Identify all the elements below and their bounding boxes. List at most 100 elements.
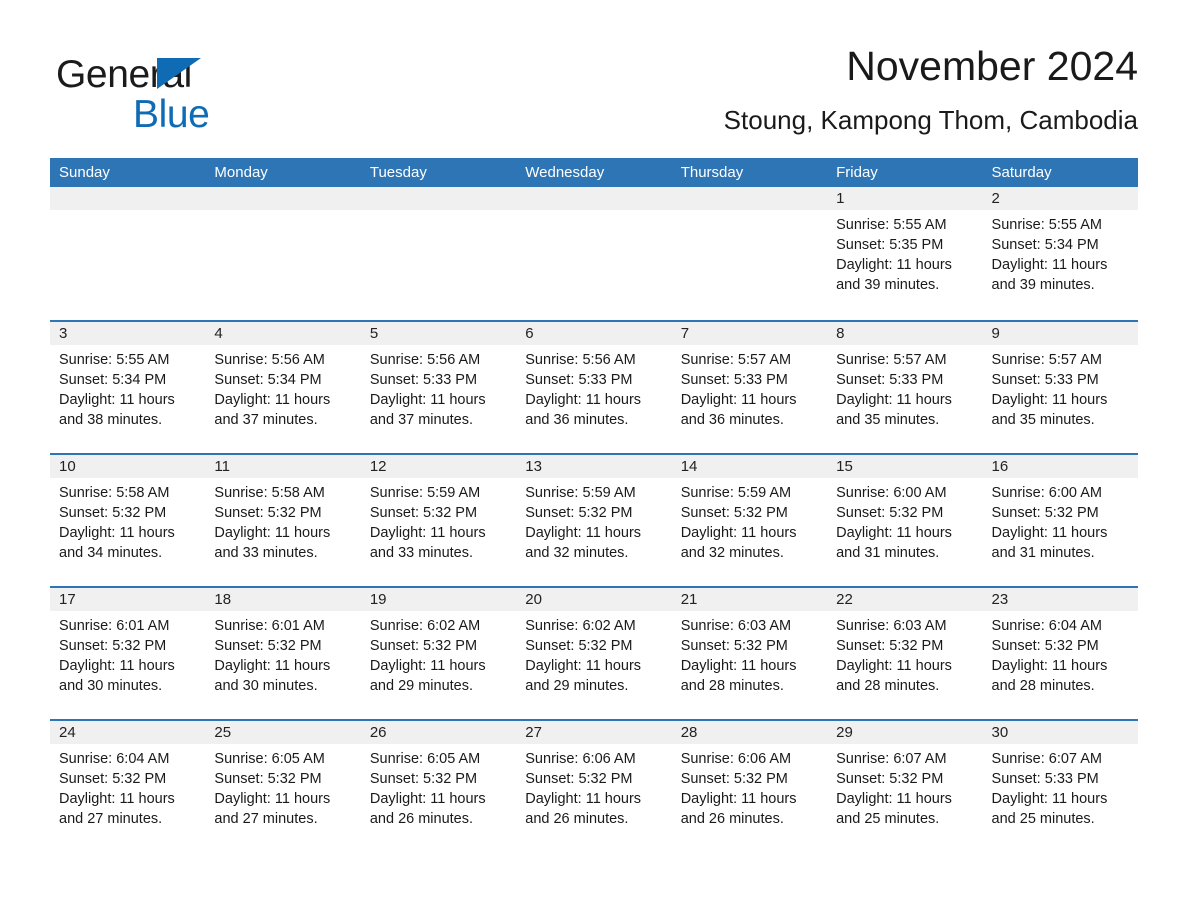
daylight-text: Daylight: 11 hours and 35 minutes.	[836, 392, 952, 428]
day-cell[interactable]: 19 Sunrise: 6:02 AM Sunset: 5:32 PM Dayligh…	[360, 588, 517, 719]
sunrise-text: Sunrise: 6:06 AM	[680, 751, 792, 767]
day-cell[interactable]: 3 Sunrise: 5:55 AM Sunset: 5:34 PM Daylight…	[50, 322, 206, 453]
sunrise-text: Sunrise: 5:59 AM	[369, 485, 481, 501]
daylight-text: Daylight: 11 hours and 37 minutes.	[214, 392, 331, 428]
sunrise-text: Sunrise: 6:04 AM	[991, 618, 1102, 634]
day-number: 21	[671, 588, 828, 611]
daylight-text: Daylight: 11 hours and 26 minutes.	[680, 791, 797, 827]
day-sun-info: Sunrise: 6:06 AM Sunset: 5:32 PM Daylight:…	[516, 744, 671, 829]
day-number	[50, 187, 206, 210]
triangle-icon	[157, 58, 201, 89]
generalblue-logo[interactable]: General Blue	[56, 52, 386, 148]
calendar-page: General Blue November 2024 Stoung, Kampo…	[0, 0, 1188, 918]
day-cell[interactable]: 13 Sunrise: 5:59 AM Sunset: 5:32 PM Dayligh…	[516, 455, 672, 586]
day-cell[interactable]: 8 Sunrise: 5:57 AM Sunset: 5:33 PM Daylight…	[827, 322, 983, 453]
day-cell[interactable]: 20 Sunrise: 6:02 AM Sunset: 5:32 PM Dayligh…	[516, 588, 672, 719]
daylight-text: Daylight: 11 hours and 28 minutes.	[680, 658, 797, 694]
daylight-text: Daylight: 11 hours and 32 minutes.	[525, 525, 642, 561]
daylight-text: Daylight: 11 hours and 33 minutes.	[214, 525, 331, 561]
day-cell[interactable]: 22 Sunrise: 6:03 AM Sunset: 5:32 PM Dayligh…	[827, 588, 983, 719]
daylight-text: Daylight: 11 hours and 36 minutes.	[525, 392, 642, 428]
daylight-text: Daylight: 11 hours and 26 minutes.	[525, 791, 642, 827]
day-cell[interactable]: 23 Sunrise: 6:04 AM Sunset: 5:32 PM Dayligh…	[982, 588, 1138, 719]
day-cell[interactable]: 9 Sunrise: 5:57 AM Sunset: 5:33 PM Daylight…	[982, 322, 1138, 453]
calendar-week-row: 17 Sunrise: 6:01 AM Sunset: 5:32 PM Dayligh…	[50, 586, 1138, 719]
day-cell[interactable]: 29 Sunrise: 6:07 AM Sunset: 5:32 PM Dayligh…	[827, 721, 983, 852]
day-sun-info: Sunrise: 5:55 AM Sunset: 5:34 PM Daylight:…	[50, 345, 205, 430]
day-cell[interactable]: 18 Sunrise: 6:01 AM Sunset: 5:32 PM Dayligh…	[205, 588, 361, 719]
day-sun-info: Sunrise: 6:00 AM Sunset: 5:32 PM Daylight:…	[983, 478, 1138, 563]
day-number: 3	[50, 322, 206, 345]
day-number: 18	[205, 588, 361, 611]
sunset-text: Sunset: 5:32 PM	[214, 638, 322, 654]
sunrise-text: Sunrise: 6:07 AM	[836, 751, 947, 767]
daylight-text: Daylight: 11 hours and 28 minutes.	[836, 658, 952, 694]
daylight-text: Daylight: 11 hours and 33 minutes.	[369, 525, 486, 561]
sunrise-text: Sunrise: 6:04 AM	[59, 751, 170, 767]
day-number: 2	[982, 187, 1138, 210]
day-cell[interactable]: 5 Sunrise: 5:56 AM Sunset: 5:33 PM Daylight…	[360, 322, 517, 453]
day-cell[interactable]: 12 Sunrise: 5:59 AM Sunset: 5:32 PM Dayligh…	[360, 455, 517, 586]
day-cell[interactable]: 4 Sunrise: 5:56 AM Sunset: 5:34 PM Daylight…	[205, 322, 361, 453]
day-cell[interactable]: 25 Sunrise: 6:05 AM Sunset: 5:32 PM Dayligh…	[205, 721, 361, 852]
sunrise-text: Sunrise: 5:56 AM	[214, 352, 325, 368]
sunset-text: Sunset: 5:32 PM	[836, 505, 944, 521]
daylight-text: Daylight: 11 hours and 29 minutes.	[525, 658, 642, 694]
sunset-text: Sunset: 5:32 PM	[836, 638, 944, 654]
day-cell[interactable]: 6 Sunrise: 5:56 AM Sunset: 5:33 PM Daylight…	[516, 322, 672, 453]
day-cell[interactable]: 2 Sunrise: 5:55 AM Sunset: 5:34 PM Daylight…	[982, 187, 1138, 320]
calendar-week-row: 24 Sunrise: 6:04 AM Sunset: 5:32 PM Dayligh…	[50, 719, 1138, 852]
day-number	[205, 187, 361, 210]
sunrise-text: Sunrise: 6:05 AM	[214, 751, 325, 767]
day-cell[interactable]: 21 Sunrise: 6:03 AM Sunset: 5:32 PM Dayligh…	[671, 588, 828, 719]
sunset-text: Sunset: 5:33 PM	[991, 372, 1099, 388]
daylight-text: Daylight: 11 hours and 25 minutes.	[991, 791, 1108, 827]
sunrise-text: Sunrise: 5:59 AM	[680, 485, 792, 501]
day-sun-info: Sunrise: 5:58 AM Sunset: 5:32 PM Daylight:…	[50, 478, 205, 563]
day-cell[interactable]: 28 Sunrise: 6:06 AM Sunset: 5:32 PM Dayligh…	[671, 721, 828, 852]
day-cell[interactable]: 7 Sunrise: 5:57 AM Sunset: 5:33 PM Daylight…	[671, 322, 828, 453]
day-number: 1	[827, 187, 983, 210]
daylight-text: Daylight: 11 hours and 31 minutes.	[991, 525, 1108, 561]
daylight-text: Daylight: 11 hours and 37 minutes.	[369, 392, 486, 428]
calendar-weeks: 1 Sunrise: 5:55 AM Sunset: 5:35 PM Daylight…	[50, 187, 1138, 852]
sunrise-text: Sunrise: 5:58 AM	[59, 485, 170, 501]
day-cell[interactable]: 1 Sunrise: 5:55 AM Sunset: 5:35 PM Daylight…	[827, 187, 983, 320]
sunset-text: Sunset: 5:35 PM	[836, 237, 944, 253]
day-cell[interactable]: 16 Sunrise: 6:00 AM Sunset: 5:32 PM Dayligh…	[982, 455, 1138, 586]
weekday-header-saturday: Saturday	[991, 164, 1052, 181]
sunset-text: Sunset: 5:32 PM	[214, 771, 322, 787]
day-cell[interactable]: 11 Sunrise: 5:58 AM Sunset: 5:32 PM Dayligh…	[205, 455, 361, 586]
day-cell[interactable]: 26 Sunrise: 6:05 AM Sunset: 5:32 PM Dayligh…	[360, 721, 517, 852]
logo-text-general: General	[56, 53, 192, 96]
daylight-text: Daylight: 11 hours and 39 minutes.	[991, 257, 1108, 293]
day-sun-info: Sunrise: 6:04 AM Sunset: 5:32 PM Daylight:…	[50, 744, 205, 829]
sunrise-text: Sunrise: 5:55 AM	[59, 352, 170, 368]
day-number: 13	[516, 455, 672, 478]
sunrise-text: Sunrise: 6:00 AM	[991, 485, 1102, 501]
sunset-text: Sunset: 5:32 PM	[59, 505, 167, 521]
page-title: November 2024	[846, 43, 1138, 89]
day-sun-info: Sunrise: 6:04 AM Sunset: 5:32 PM Daylight:…	[983, 611, 1138, 696]
day-number: 26	[360, 721, 517, 744]
sunrise-text: Sunrise: 6:07 AM	[991, 751, 1102, 767]
sunset-text: Sunset: 5:33 PM	[680, 372, 788, 388]
day-cell[interactable]: 15 Sunrise: 6:00 AM Sunset: 5:32 PM Dayligh…	[827, 455, 983, 586]
day-cell[interactable]: 30 Sunrise: 6:07 AM Sunset: 5:33 PM Dayligh…	[982, 721, 1138, 852]
day-number: 11	[205, 455, 361, 478]
day-sun-info: Sunrise: 6:01 AM Sunset: 5:32 PM Daylight:…	[50, 611, 205, 696]
sunrise-text: Sunrise: 6:03 AM	[836, 618, 947, 634]
day-number	[360, 187, 517, 210]
day-cell[interactable]: 10 Sunrise: 5:58 AM Sunset: 5:32 PM Dayligh…	[50, 455, 206, 586]
weekday-header-tuesday: Tuesday	[369, 164, 427, 181]
sunrise-text: Sunrise: 5:55 AM	[836, 217, 947, 233]
calendar-week-row: 3 Sunrise: 5:55 AM Sunset: 5:34 PM Daylight…	[50, 320, 1138, 453]
day-cell[interactable]: 14 Sunrise: 5:59 AM Sunset: 5:32 PM Dayligh…	[671, 455, 828, 586]
sunset-text: Sunset: 5:33 PM	[525, 372, 633, 388]
day-cell[interactable]: 27 Sunrise: 6:06 AM Sunset: 5:32 PM Dayligh…	[516, 721, 672, 852]
weekday-header-monday: Monday	[214, 164, 268, 181]
day-cell[interactable]: 24 Sunrise: 6:04 AM Sunset: 5:32 PM Dayligh…	[50, 721, 206, 852]
sunrise-text: Sunrise: 5:55 AM	[991, 217, 1102, 233]
day-cell[interactable]: 17 Sunrise: 6:01 AM Sunset: 5:32 PM Dayligh…	[50, 588, 206, 719]
day-number	[516, 187, 672, 210]
